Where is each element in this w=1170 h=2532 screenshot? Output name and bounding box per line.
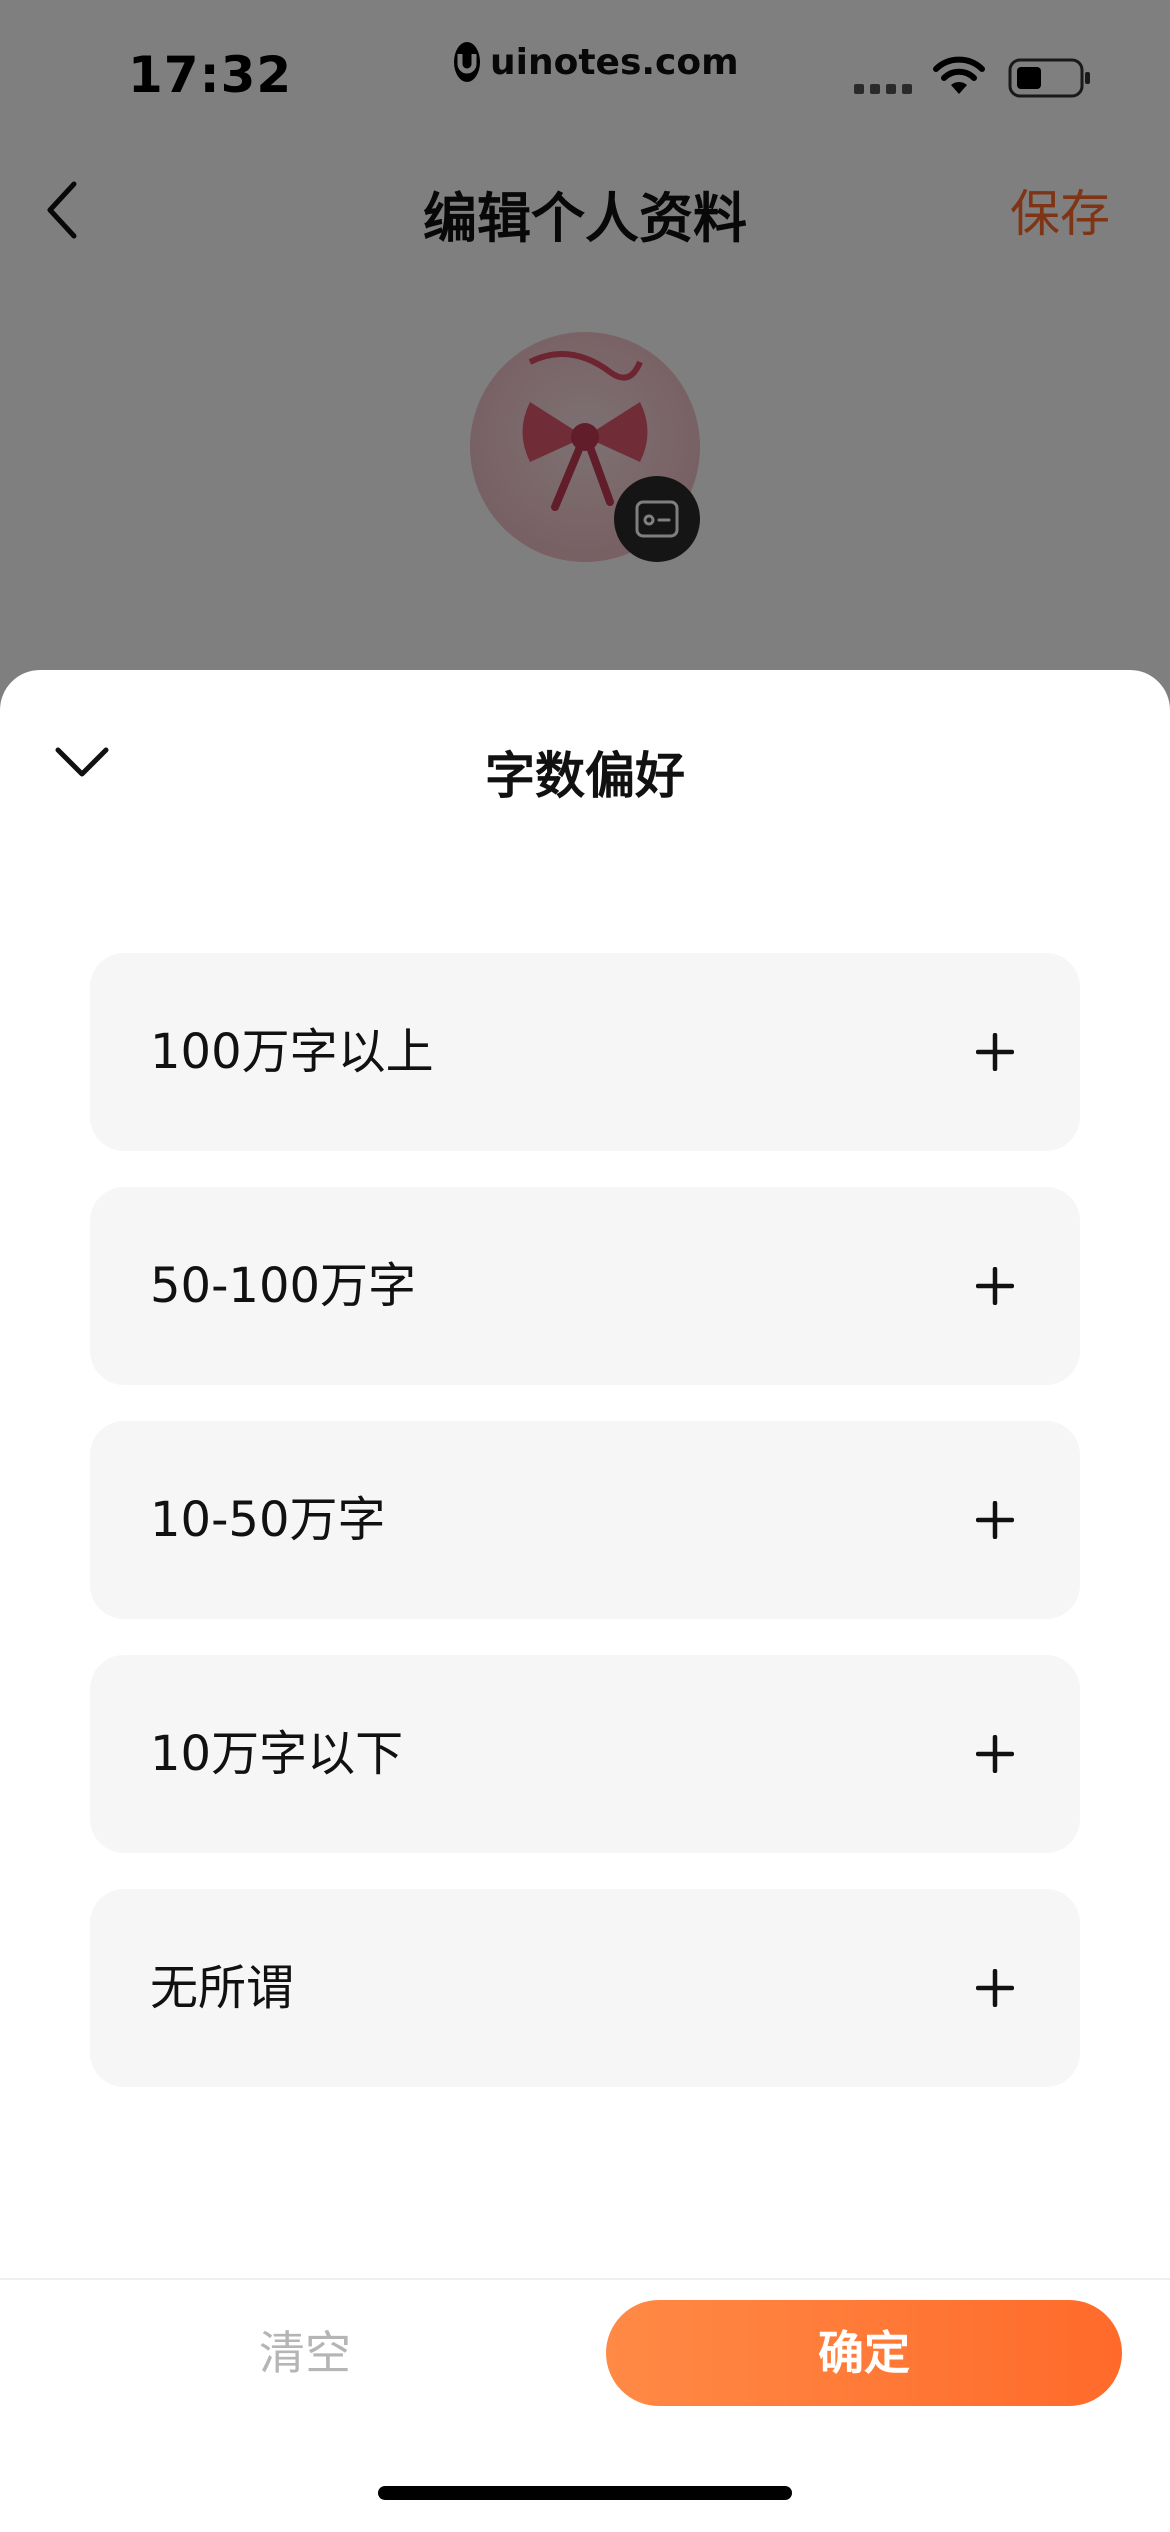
option-label: 50-100万字 bbox=[150, 1258, 417, 1314]
option-item-over-1m[interactable]: 100万字以上 bbox=[90, 953, 1080, 1151]
option-item-no-preference[interactable]: 无所谓 bbox=[90, 1889, 1080, 2087]
option-label: 10-50万字 bbox=[150, 1492, 386, 1548]
option-list: 100万字以上 50-100万字 10-50万字 10万字以下 无所谓 bbox=[90, 953, 1080, 2123]
option-item-500k-1m[interactable]: 50-100万字 bbox=[90, 1187, 1080, 1385]
sheet-header: 字数偏好 bbox=[0, 670, 1170, 870]
screen: 17:32 uinotes.com bbox=[0, 0, 1170, 2532]
plus-icon bbox=[976, 1267, 1014, 1305]
footer-divider bbox=[0, 2278, 1170, 2280]
home-indicator[interactable] bbox=[378, 2486, 792, 2500]
confirm-button[interactable]: 确定 bbox=[606, 2300, 1122, 2406]
plus-icon bbox=[976, 1969, 1014, 2007]
option-label: 无所谓 bbox=[150, 1960, 295, 2016]
word-count-preference-sheet: 字数偏好 100万字以上 50-100万字 10-50万字 10万字以下 无所谓… bbox=[0, 670, 1170, 2532]
clear-button[interactable]: 清空 bbox=[200, 2300, 410, 2406]
option-item-under-100k[interactable]: 10万字以下 bbox=[90, 1655, 1080, 1853]
plus-icon bbox=[976, 1501, 1014, 1539]
option-label: 100万字以上 bbox=[150, 1024, 434, 1080]
sheet-title: 字数偏好 bbox=[485, 747, 685, 805]
plus-icon bbox=[976, 1033, 1014, 1071]
option-label: 10万字以下 bbox=[150, 1726, 404, 1782]
plus-icon bbox=[976, 1735, 1014, 1773]
option-item-100k-500k[interactable]: 10-50万字 bbox=[90, 1421, 1080, 1619]
